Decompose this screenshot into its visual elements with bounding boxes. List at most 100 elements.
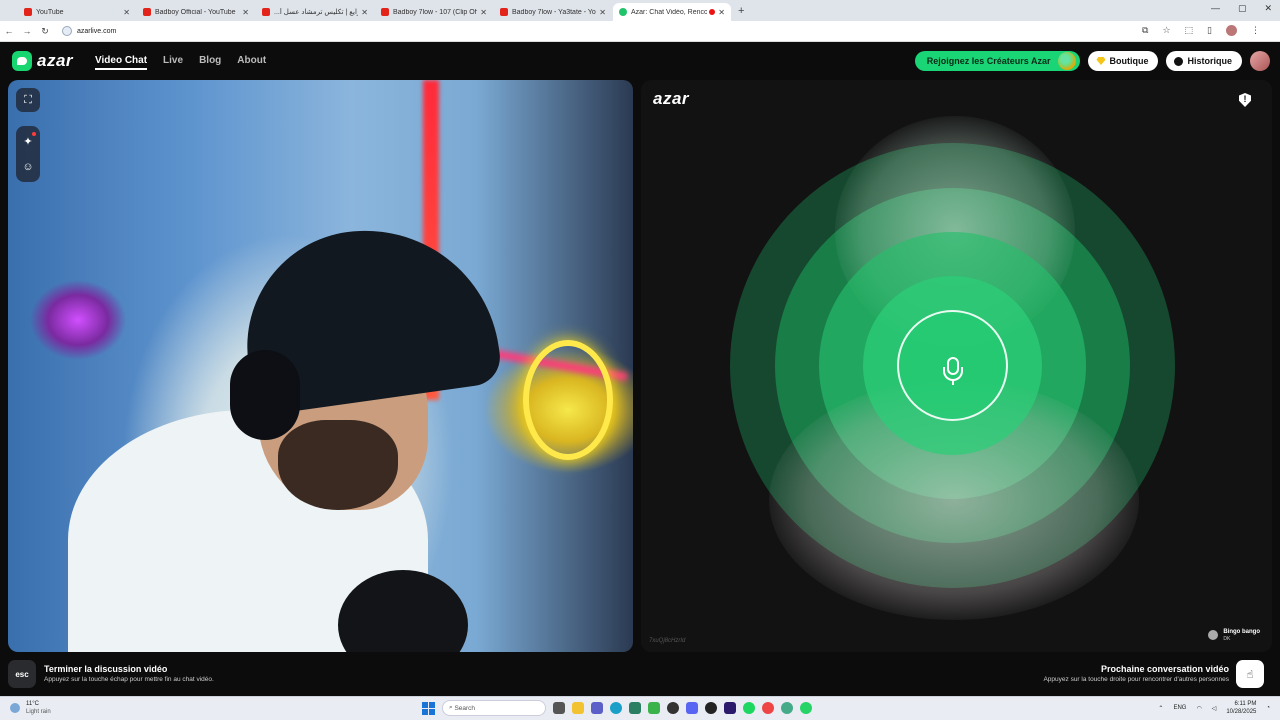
bookmark-star-icon[interactable]: ☆ (1162, 25, 1170, 36)
notification-bell-icon[interactable]: ◔ (1266, 705, 1270, 711)
url-field[interactable]: azarlive.com (62, 26, 116, 36)
join-creators-button[interactable]: Rejoignez les Créateurs Azar (914, 51, 1081, 71)
history-button[interactable]: Historique (1166, 51, 1242, 71)
close-tab-icon[interactable]: ✕ (718, 8, 725, 17)
azar-logo[interactable]: azar (12, 51, 73, 71)
whatsapp-icon[interactable] (800, 702, 812, 714)
address-bar: ← → ↻ azarlive.com ⧉ ☆ ⬚ ▯ ⋮ (0, 21, 1280, 42)
remote-video: azar ! 7xuQj8cHzrId Bingo bango DK (641, 80, 1272, 652)
browser-tab[interactable]: Badboy Official - YouTube ✕ (137, 3, 255, 21)
menu-icon[interactable]: ⋮ (1251, 25, 1260, 36)
site-info-icon[interactable] (62, 26, 72, 36)
taskbar-apps: ⌕ Search (422, 700, 812, 716)
video-tools: ⛶ ✦ ☺ (16, 88, 40, 182)
windows-taskbar: 11°C Light rain ⌕ Search ⌃ ENG ◠ ◁ 6:11 … (0, 696, 1280, 720)
fullscreen-icon[interactable]: ⛶ (16, 88, 40, 112)
microphone-button[interactable] (897, 310, 1008, 421)
install-icon[interactable]: ⧉ (1142, 25, 1148, 36)
browser-tab[interactable]: ...ترايع | تكليس ترمشاد عسل أ...✕ (256, 3, 374, 21)
url-text: azarlive.com (77, 27, 117, 35)
discord-icon[interactable] (686, 702, 698, 714)
file-explorer-icon[interactable] (572, 702, 584, 714)
tray-chevron-icon[interactable]: ⌃ (1158, 705, 1163, 712)
premiere-icon[interactable] (724, 702, 736, 714)
shop-button[interactable]: Boutique (1088, 51, 1159, 71)
next-chat-hint: Appuyez sur la touche droite pour rencon… (1043, 676, 1229, 683)
forward-icon[interactable]: → (18, 26, 36, 36)
next-chat-title: Prochaine conversation vidéo (1100, 664, 1229, 674)
browser-actions: ⧉ ☆ ⬚ ▯ ⋮ (1142, 25, 1260, 36)
youtube-icon (143, 8, 151, 16)
close-tab-icon[interactable]: ✕ (242, 8, 249, 17)
maximize-icon[interactable]: ▢ (1238, 3, 1247, 14)
recording-icon (709, 9, 716, 15)
headphone (230, 350, 300, 440)
end-chat-hint: Appuyez sur la touche échap pour mettre … (44, 676, 214, 683)
edge-icon[interactable] (610, 702, 622, 714)
close-tab-icon[interactable]: ✕ (361, 8, 368, 17)
notification-dot (32, 132, 36, 136)
face-filter-icon[interactable]: ☺ (16, 154, 40, 180)
system-tray: ⌃ ENG ◠ ◁ 6:11 PM 10/28/2025 ◔ (1158, 700, 1270, 716)
watermark-id: 7xuQj8cHzrId (649, 638, 686, 644)
minimize-icon[interactable]: — (1211, 3, 1220, 14)
microphone-icon (942, 356, 963, 385)
windows-start-icon[interactable] (422, 701, 435, 715)
recorder-icon[interactable] (705, 702, 717, 714)
effects-group: ✦ ☺ (16, 126, 40, 182)
teams-icon[interactable] (591, 702, 603, 714)
azar-icon (619, 8, 627, 16)
wifi-icon[interactable]: ◠ (1196, 705, 1201, 712)
local-video: ⛶ ✦ ☺ (8, 80, 633, 652)
lang-indicator[interactable]: ENG (1173, 705, 1186, 711)
obs-icon[interactable] (667, 702, 679, 714)
peer-country: DK (1223, 636, 1231, 642)
clock[interactable]: 6:11 PM 10/28/2025 (1226, 700, 1256, 716)
youtube-icon (381, 8, 389, 16)
browser-tab[interactable]: Badboy 7low - Ya3tate - YouTube✕ (494, 3, 612, 21)
browser-tab[interactable]: Badboy 7low - 107 (Clip Officiel)✕ (375, 3, 493, 21)
browser-tab-active[interactable]: Azar: Chat Vidéo, Rencontr...✕ (613, 3, 731, 21)
remote-azar-logo: azar (653, 89, 690, 108)
browser-profile-avatar[interactable] (1226, 25, 1237, 36)
nav-live[interactable]: Live (163, 55, 183, 70)
header-actions: Rejoignez les Créateurs Azar Boutique Hi… (914, 51, 1270, 71)
chrome-icon[interactable] (762, 702, 774, 714)
volume-icon[interactable]: ◁ (1212, 705, 1217, 712)
close-tab-icon[interactable]: ✕ (123, 8, 130, 17)
end-chat-button[interactable]: esc (8, 660, 36, 688)
reload-icon[interactable]: ↻ (36, 26, 54, 37)
report-shield-icon[interactable]: ! (1239, 93, 1251, 107)
youtube-icon (500, 8, 508, 16)
taskbar-search[interactable]: ⌕ Search (442, 700, 546, 716)
site-header: azar Video Chat Live Blog About Rejoigne… (0, 43, 1280, 79)
peer-avatar (1208, 630, 1219, 640)
bottom-controls: esc Terminer la discussion vidéo Appuyez… (0, 655, 1280, 695)
task-view-icon[interactable] (553, 702, 565, 714)
weather-widget[interactable]: 11°C Light rain (10, 700, 51, 716)
sidebar-icon[interactable]: ▯ (1207, 25, 1212, 36)
extensions-icon[interactable]: ⬚ (1185, 25, 1194, 36)
person-beard (278, 420, 398, 510)
browser-tab[interactable]: YouTube ✕ (18, 3, 136, 21)
youtube-icon (24, 8, 32, 16)
close-tab-icon[interactable]: ✕ (480, 8, 487, 17)
close-window-icon[interactable]: ✕ (1264, 3, 1272, 14)
history-icon (1174, 56, 1184, 66)
app-icon[interactable] (648, 702, 660, 714)
spotify-icon[interactable] (743, 702, 755, 714)
user-avatar[interactable] (1250, 51, 1270, 71)
chrome-profile-icon[interactable] (781, 702, 793, 714)
sparkle-effects-icon[interactable]: ✦ (16, 128, 40, 154)
back-icon[interactable]: ← (0, 26, 18, 36)
close-tab-icon[interactable]: ✕ (599, 8, 606, 17)
new-tab-button[interactable]: + (738, 3, 744, 21)
store-icon[interactable] (629, 702, 641, 714)
nav-about[interactable]: About (237, 55, 266, 70)
peer-name: Bingo bango (1223, 629, 1260, 635)
nav-video-chat[interactable]: Video Chat (95, 55, 148, 70)
gem-icon (1096, 57, 1106, 65)
next-chat-button[interactable]: ☝ (1236, 660, 1264, 688)
nav-blog[interactable]: Blog (199, 55, 221, 70)
main-nav: Video Chat Live Blog About (95, 55, 266, 70)
